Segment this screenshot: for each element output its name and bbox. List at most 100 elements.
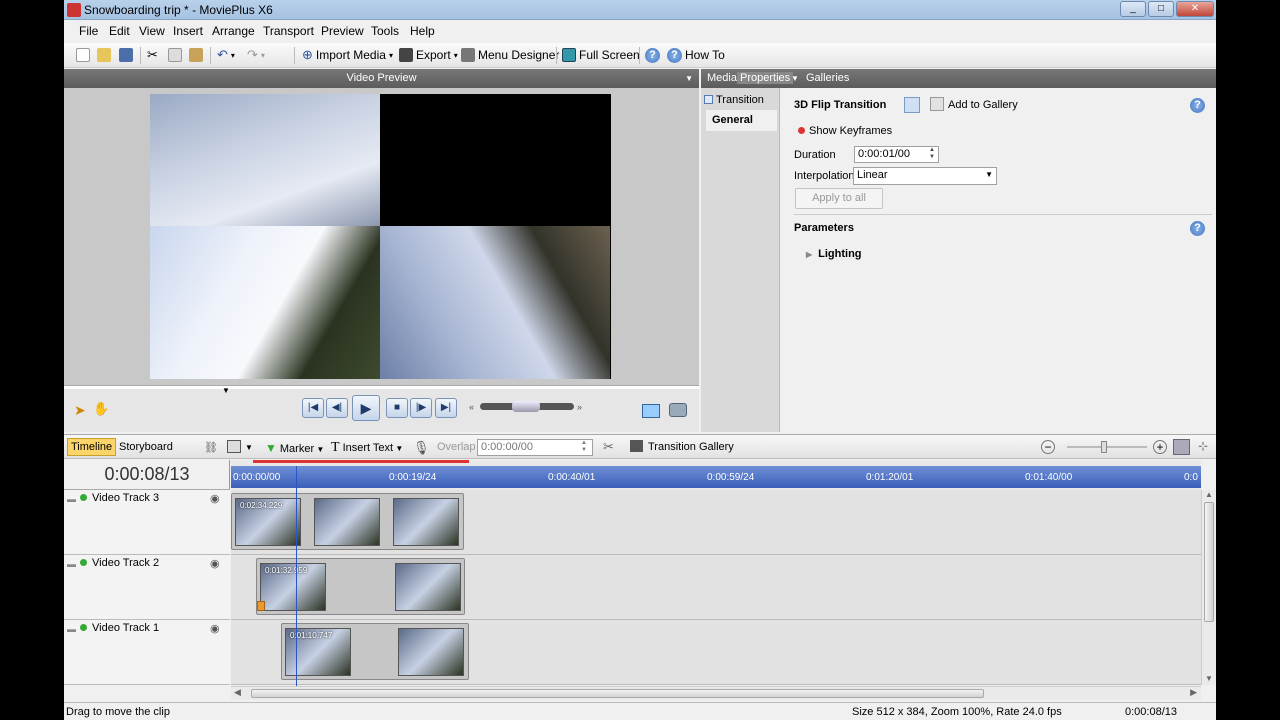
marker-button[interactable]: ▼ Marker ▼ <box>265 441 324 455</box>
menu-tools[interactable]: Tools <box>371 24 399 38</box>
video-clip[interactable]: 0:01:32.959 <box>256 558 465 615</box>
video-clip[interactable]: 0:01:10.747 <box>281 623 469 680</box>
scroll-down-icon[interactable]: ▼ <box>1205 674 1213 683</box>
zoom-in-icon[interactable]: + <box>1153 440 1167 454</box>
menu-insert[interactable]: Insert <box>173 24 203 38</box>
menu-designer-button[interactable]: Menu Designer <box>461 46 559 64</box>
minimize-button[interactable]: _ <box>1120 1 1146 17</box>
stop-button[interactable]: ■ <box>386 398 408 418</box>
timeline-toolbar: Timeline Storyboard ⛓ ▼ ▼ Marker ▼ T Inser… <box>64 434 1216 459</box>
add-to-gallery-button[interactable]: Add to Gallery <box>930 97 1018 111</box>
how-to-button[interactable]: ? How To <box>667 46 725 64</box>
pointer-tool-icon[interactable]: ➤ <box>74 402 86 419</box>
menu-help[interactable]: Help <box>410 24 435 38</box>
snapshot-icon[interactable] <box>669 403 687 417</box>
eye-icon[interactable]: ◉ <box>210 492 220 505</box>
cut-icon[interactable]: ✂ <box>147 46 158 64</box>
horizontal-scrollbar[interactable]: ◀ ▶ <box>231 686 1201 700</box>
open-icon[interactable] <box>97 46 111 64</box>
gallery-icon[interactable] <box>904 97 920 113</box>
chevron-down-icon[interactable]: ▼ <box>245 443 253 452</box>
scroll-right-icon[interactable]: ▶ <box>1190 687 1197 698</box>
menu-transport[interactable]: Transport <box>263 24 314 38</box>
step-back-button[interactable]: ◀| <box>326 398 348 418</box>
keyframe-handle[interactable] <box>257 601 265 611</box>
status-info: Size 512 x 384, Zoom 100%, Rate 24.0 fps <box>852 706 1062 718</box>
position-marker-icon[interactable]: ▼ <box>222 386 230 395</box>
help-icon[interactable]: ? <box>1190 98 1205 113</box>
preview-options-icon[interactable] <box>642 404 660 418</box>
nav-transition[interactable]: Transition <box>704 94 774 108</box>
tab-media[interactable]: Media <box>707 72 737 84</box>
zoom-out-icon[interactable]: − <box>1041 440 1055 454</box>
export-button[interactable]: Export ▾ <box>399 46 458 64</box>
track-enabled-icon[interactable] <box>80 624 87 631</box>
transition-heading: 3D Flip Transition <box>794 99 887 111</box>
paste-icon[interactable] <box>189 46 203 64</box>
full-screen-button[interactable]: Full Screen <box>562 46 640 64</box>
microphone-icon[interactable]: 🎙 <box>413 440 430 456</box>
save-icon[interactable] <box>119 46 133 64</box>
overlap-field[interactable]: 0:00:00/00 <box>477 439 593 456</box>
track-header-3[interactable]: ▬ Video Track 3 ◉ <box>64 490 230 555</box>
fit-timeline-icon[interactable] <box>1173 439 1190 455</box>
track-name: Video Track 3 <box>92 492 160 504</box>
tab-timeline[interactable]: Timeline <box>67 438 117 456</box>
video-clip[interactable]: 0:02:34.229 <box>231 493 464 550</box>
timeline-options-icon[interactable]: ⊹ <box>1198 439 1208 453</box>
scroll-left-icon[interactable]: ◀ <box>234 687 241 698</box>
overlap-label: Overlap <box>437 441 476 453</box>
chevron-down-icon[interactable]: ▼ <box>791 74 799 83</box>
interpolation-select[interactable]: Linear ▼ <box>853 167 997 185</box>
tab-properties[interactable]: Properties <box>737 72 794 84</box>
help-icon[interactable]: ? <box>1190 221 1205 236</box>
nav-general[interactable]: General <box>706 110 777 131</box>
duration-spinner[interactable]: ▲ ▼ <box>926 147 938 162</box>
timeline-ruler[interactable]: 0:00:00/00 0:00:19/24 0:00:40/01 0:00:59… <box>231 460 1201 490</box>
chevron-down-icon[interactable]: ▼ <box>685 69 693 88</box>
track-header-2[interactable]: ▬ Video Track 2 ◉ <box>64 555 230 620</box>
show-keyframes-toggle[interactable]: Show Keyframes <box>798 125 892 137</box>
menu-arrange[interactable]: Arrange <box>212 24 255 38</box>
insert-text-button[interactable]: T Insert Text ▼ <box>331 440 403 456</box>
play-button[interactable]: ▶ <box>352 395 380 421</box>
track-header-1[interactable]: ▬ Video Track 1 ◉ <box>64 620 230 685</box>
scroll-thumb[interactable] <box>251 689 984 698</box>
undo-icon[interactable]: ↶ ▾ <box>217 46 235 64</box>
menu-preview[interactable]: Preview <box>321 24 364 38</box>
snap-icon[interactable] <box>227 440 241 453</box>
playhead[interactable] <box>296 466 297 686</box>
new-icon[interactable] <box>76 46 90 64</box>
link-icon[interactable]: ⛓ <box>204 441 218 454</box>
go-to-end-button[interactable]: ▶| <box>435 398 457 418</box>
eye-icon[interactable]: ◉ <box>210 622 220 635</box>
scroll-up-icon[interactable]: ▲ <box>1205 490 1213 499</box>
import-media-button[interactable]: ⊕ Import Media ▾ <box>302 46 393 64</box>
scroll-thumb[interactable] <box>1204 502 1214 622</box>
close-button[interactable]: ✕ <box>1176 1 1214 17</box>
redo-icon[interactable]: ↷ ▾ <box>247 46 265 64</box>
transition-gallery-button[interactable]: Transition Gallery <box>630 440 734 453</box>
apply-to-all-button[interactable]: Apply to all <box>795 188 883 209</box>
menu-file[interactable]: File <box>79 24 98 38</box>
maximize-button[interactable]: □ <box>1148 1 1174 17</box>
menu-view[interactable]: View <box>139 24 165 38</box>
zoom-slider[interactable] <box>1067 441 1147 453</box>
lighting-group[interactable]: ▶ Lighting <box>806 248 862 260</box>
overlap-spinner[interactable]: ▲ ▼ <box>581 440 587 454</box>
scissors-icon[interactable]: ✂ <box>603 439 614 455</box>
shuttle-slider[interactable] <box>480 401 574 412</box>
menu-edit[interactable]: Edit <box>109 24 130 38</box>
title-bar: Snowboarding trip * - MoviePlus X6 _ □ ✕ <box>64 0 1216 20</box>
eye-icon[interactable]: ◉ <box>210 557 220 570</box>
track-enabled-icon[interactable] <box>80 559 87 566</box>
hand-tool-icon[interactable]: ✋ <box>93 401 109 417</box>
vertical-scrollbar[interactable]: ▲ ▼ <box>1201 490 1216 685</box>
copy-icon[interactable] <box>168 46 182 64</box>
track-enabled-icon[interactable] <box>80 494 87 501</box>
go-to-start-button[interactable]: |◀ <box>302 398 324 418</box>
tab-galleries[interactable]: Galleries <box>806 72 849 84</box>
step-forward-button[interactable]: |▶ <box>410 398 432 418</box>
tab-storyboard[interactable]: Storyboard <box>119 441 173 453</box>
help-icon[interactable]: ? <box>645 48 660 63</box>
